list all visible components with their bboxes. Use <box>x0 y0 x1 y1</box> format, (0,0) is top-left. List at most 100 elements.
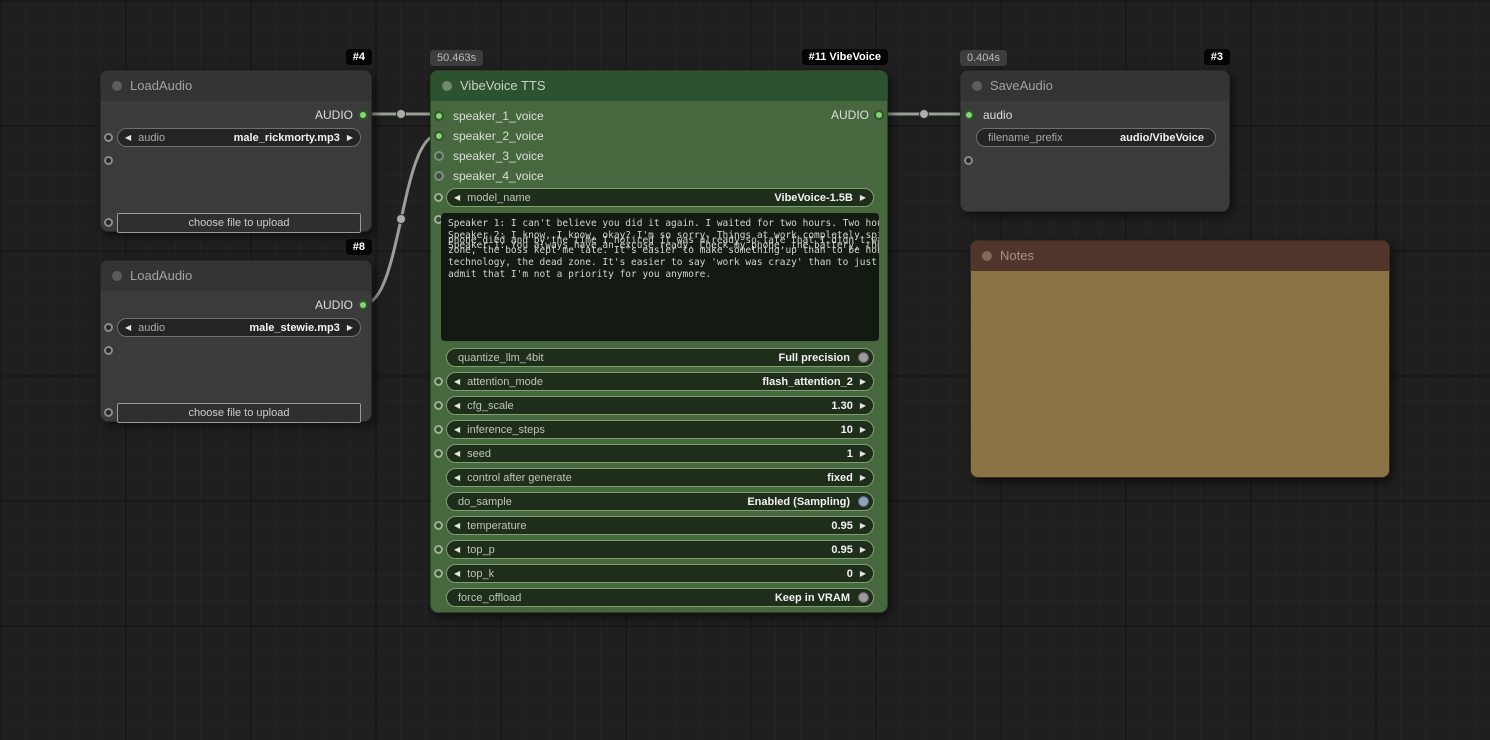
next-arrow-icon[interactable]: ▶ <box>853 541 873 558</box>
widget-temperature[interactable]: ◀ temperature 0.95 ▶ <box>446 516 874 535</box>
inference-steps-input-socket[interactable] <box>434 425 443 434</box>
widget-quantize-llm-4bit[interactable]: quantize_llm_4bit Full precision <box>446 348 874 367</box>
collapse-dot-icon[interactable] <box>972 81 982 91</box>
textarea-line: admit that I'm not a priority for you an… <box>448 269 712 280</box>
widget-value: male_stewie.mp3 <box>249 321 340 334</box>
temperature-input-socket[interactable] <box>434 521 443 530</box>
audio-output-socket[interactable] <box>358 110 368 120</box>
attention-mode-input-socket[interactable] <box>434 377 443 386</box>
input-slot-label: speaker_2_voice <box>453 129 544 143</box>
upload-input-socket[interactable] <box>104 408 113 417</box>
collapse-dot-icon[interactable] <box>442 81 452 91</box>
model-name-combo[interactable]: ◀ model_name VibeVoice-1.5B ▶ <box>446 188 874 207</box>
widget-label: model_name <box>467 191 531 204</box>
next-arrow-icon[interactable]: ▶ <box>853 373 873 390</box>
toggle-knob-icon[interactable] <box>858 496 869 507</box>
next-arrow-icon[interactable]: ▶ <box>853 565 873 582</box>
speaker-1-input-socket[interactable] <box>434 111 444 121</box>
next-arrow-icon[interactable]: ▶ <box>340 319 360 336</box>
node-id-badge: #4 <box>345 49 372 65</box>
audio-input-socket[interactable] <box>104 133 113 142</box>
audio-output-socket[interactable] <box>358 300 368 310</box>
audio-output-socket[interactable] <box>874 110 884 120</box>
node-graph-canvas[interactable]: #4 #8 50.463s #11 VibeVoice 0.404s #3 Lo… <box>0 0 1490 740</box>
next-arrow-icon[interactable]: ▶ <box>853 469 873 486</box>
speaker-4-input-socket[interactable] <box>434 171 444 181</box>
speaker-2-input-socket[interactable] <box>434 131 444 141</box>
prev-arrow-icon[interactable]: ◀ <box>118 319 138 336</box>
widget-label: filename_prefix <box>988 131 1063 144</box>
node-vibevoice-tts[interactable]: VibeVoice TTS AUDIO speaker_1_voice spea… <box>430 70 888 613</box>
node-title: VibeVoice TTS <box>460 78 546 93</box>
widget-attention-mode[interactable]: ◀ attention_mode flash_attention_2 ▶ <box>446 372 874 391</box>
prev-arrow-icon[interactable]: ◀ <box>447 397 467 414</box>
widget-force-offload[interactable]: force_offload Keep in VRAM <box>446 588 874 607</box>
node-title: Notes <box>1000 248 1034 263</box>
next-arrow-icon[interactable]: ▶ <box>853 397 873 414</box>
collapse-dot-icon[interactable] <box>112 271 122 281</box>
prev-arrow-icon[interactable]: ◀ <box>118 129 138 146</box>
cfg-scale-input-socket[interactable] <box>434 401 443 410</box>
next-arrow-icon[interactable]: ▶ <box>340 129 360 146</box>
audio-input-socket[interactable] <box>104 323 113 332</box>
execution-time-badge: 50.463s <box>430 50 484 66</box>
prev-arrow-icon[interactable]: ◀ <box>447 189 467 206</box>
widget-do-sample[interactable]: do_sample Enabled (Sampling) <box>446 492 874 511</box>
textarea-line: technology, the dead zone. It's easier t… <box>448 257 877 268</box>
audio-file-combo[interactable]: ◀ audio male_stewie.mp3 ▶ <box>117 318 361 337</box>
filename-prefix-field[interactable]: filename_prefix audio/VibeVoice <box>976 128 1216 147</box>
widget-control-after-generate[interactable]: ◀ control after generate fixed ▶ <box>446 468 874 487</box>
widget-value: 0.95 <box>831 543 853 556</box>
prev-arrow-icon[interactable]: ◀ <box>447 565 467 582</box>
audioui-input-socket[interactable] <box>964 156 973 165</box>
audio-file-combo[interactable]: ◀ audio male_rickmorty.mp3 ▶ <box>117 128 361 147</box>
notes-body[interactable] <box>971 271 1389 477</box>
choose-file-button[interactable]: choose file to upload <box>117 213 361 233</box>
prev-arrow-icon[interactable]: ◀ <box>447 421 467 438</box>
widget-inference-steps[interactable]: ◀ inference_steps 10 ▶ <box>446 420 874 439</box>
widget-label: temperature <box>467 519 527 532</box>
node-loadaudio-8[interactable]: LoadAudio AUDIO ◀ audio male_stewie.mp3 … <box>100 260 372 423</box>
speaker-3-input-socket[interactable] <box>434 151 444 161</box>
widget-label: attention_mode <box>467 375 543 388</box>
prev-arrow-icon[interactable]: ◀ <box>447 469 467 486</box>
audio-input-socket[interactable] <box>964 110 974 120</box>
upload-input-socket[interactable] <box>104 218 113 227</box>
node-title: LoadAudio <box>130 268 193 283</box>
next-arrow-icon[interactable]: ▶ <box>853 517 873 534</box>
widget-seed[interactable]: ◀ seed 1 ▶ <box>446 444 874 463</box>
node-id-badge: #8 <box>345 239 372 255</box>
widget-value: Keep in VRAM <box>774 591 850 604</box>
model-name-input-socket[interactable] <box>434 193 443 202</box>
next-arrow-icon[interactable]: ▶ <box>853 421 873 438</box>
prev-arrow-icon[interactable]: ◀ <box>447 445 467 462</box>
widget-value: 0.95 <box>831 519 853 532</box>
node-id-badge: #11 VibeVoice <box>801 49 888 65</box>
prev-arrow-icon[interactable]: ◀ <box>447 541 467 558</box>
widget-cfg-scale[interactable]: ◀ cfg_scale 1.30 ▶ <box>446 396 874 415</box>
node-title: SaveAudio <box>990 78 1053 93</box>
script-textarea[interactable]: Speaker 1: I can't believe you did it ag… <box>441 213 879 341</box>
toggle-knob-icon[interactable] <box>858 352 869 363</box>
audioui-input-socket[interactable] <box>104 156 113 165</box>
node-notes[interactable]: Notes <box>970 240 1390 478</box>
collapse-dot-icon[interactable] <box>112 81 122 91</box>
prev-arrow-icon[interactable]: ◀ <box>447 373 467 390</box>
seed-input-socket[interactable] <box>434 449 443 458</box>
audioui-input-socket[interactable] <box>104 346 113 355</box>
widget-label: do_sample <box>458 495 512 508</box>
node-loadaudio-4[interactable]: LoadAudio AUDIO ◀ audio male_rickmorty.m… <box>100 70 372 233</box>
node-saveaudio[interactable]: SaveAudio audio filename_prefix audio/Vi… <box>960 70 1230 212</box>
top-k-input-socket[interactable] <box>434 569 443 578</box>
textarea-line: zone, the boss kept me late. It's easier… <box>448 245 879 256</box>
toggle-knob-icon[interactable] <box>858 592 869 603</box>
top-p-input-socket[interactable] <box>434 545 443 554</box>
collapse-dot-icon[interactable] <box>982 251 992 261</box>
next-arrow-icon[interactable]: ▶ <box>853 189 873 206</box>
next-arrow-icon[interactable]: ▶ <box>853 445 873 462</box>
widget-top-p[interactable]: ◀ top_p 0.95 ▶ <box>446 540 874 559</box>
choose-file-button[interactable]: choose file to upload <box>117 403 361 423</box>
prev-arrow-icon[interactable]: ◀ <box>447 517 467 534</box>
widget-top-k[interactable]: ◀ top_k 0 ▶ <box>446 564 874 583</box>
node-id-badge: #3 <box>1203 49 1230 65</box>
